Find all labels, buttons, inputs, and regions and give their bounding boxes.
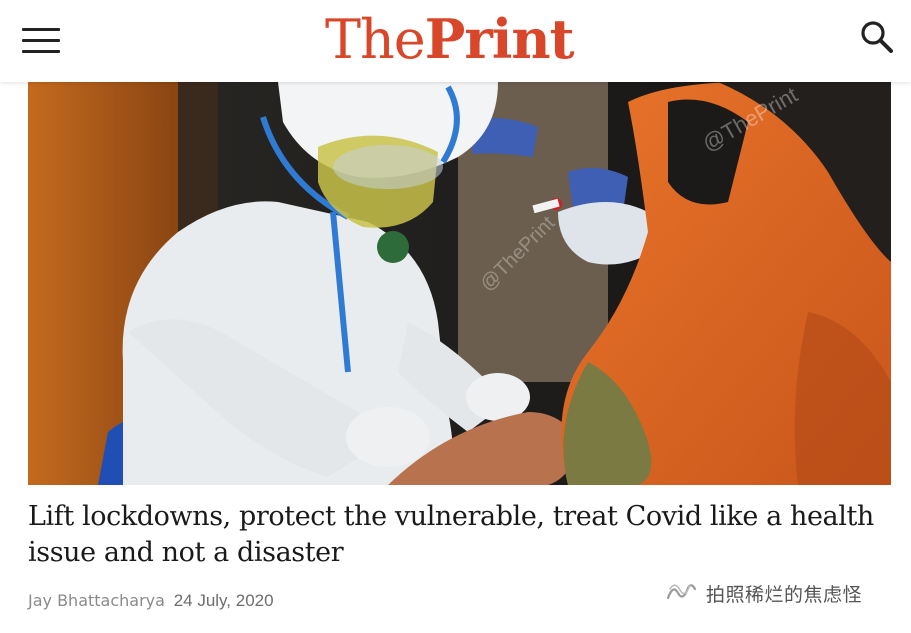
- site-logo[interactable]: ThePrint: [325, 6, 595, 72]
- article-hero-image[interactable]: @ThePrint @ThePrint: [28, 82, 891, 485]
- watermark-text: 拍照稀烂的焦虑怪: [706, 583, 863, 606]
- article-byline: Jay Bhattacharya 24 July, 2020: [28, 590, 274, 612]
- publish-date: 24 July, 2020: [173, 591, 274, 610]
- article-headline[interactable]: Lift lockdowns, protect the vulnerable, …: [28, 499, 878, 571]
- hamburger-menu-icon[interactable]: [22, 26, 60, 56]
- author-name[interactable]: Jay Bhattacharya: [28, 591, 165, 610]
- wechat-channel-icon: [666, 584, 697, 600]
- logo-the: The: [325, 8, 426, 71]
- logo-print: Print: [424, 7, 575, 71]
- site-header: ThePrint: [0, 0, 911, 82]
- search-icon[interactable]: [858, 18, 896, 56]
- wechat-watermark: 拍照稀烂的焦虑怪: [664, 579, 862, 607]
